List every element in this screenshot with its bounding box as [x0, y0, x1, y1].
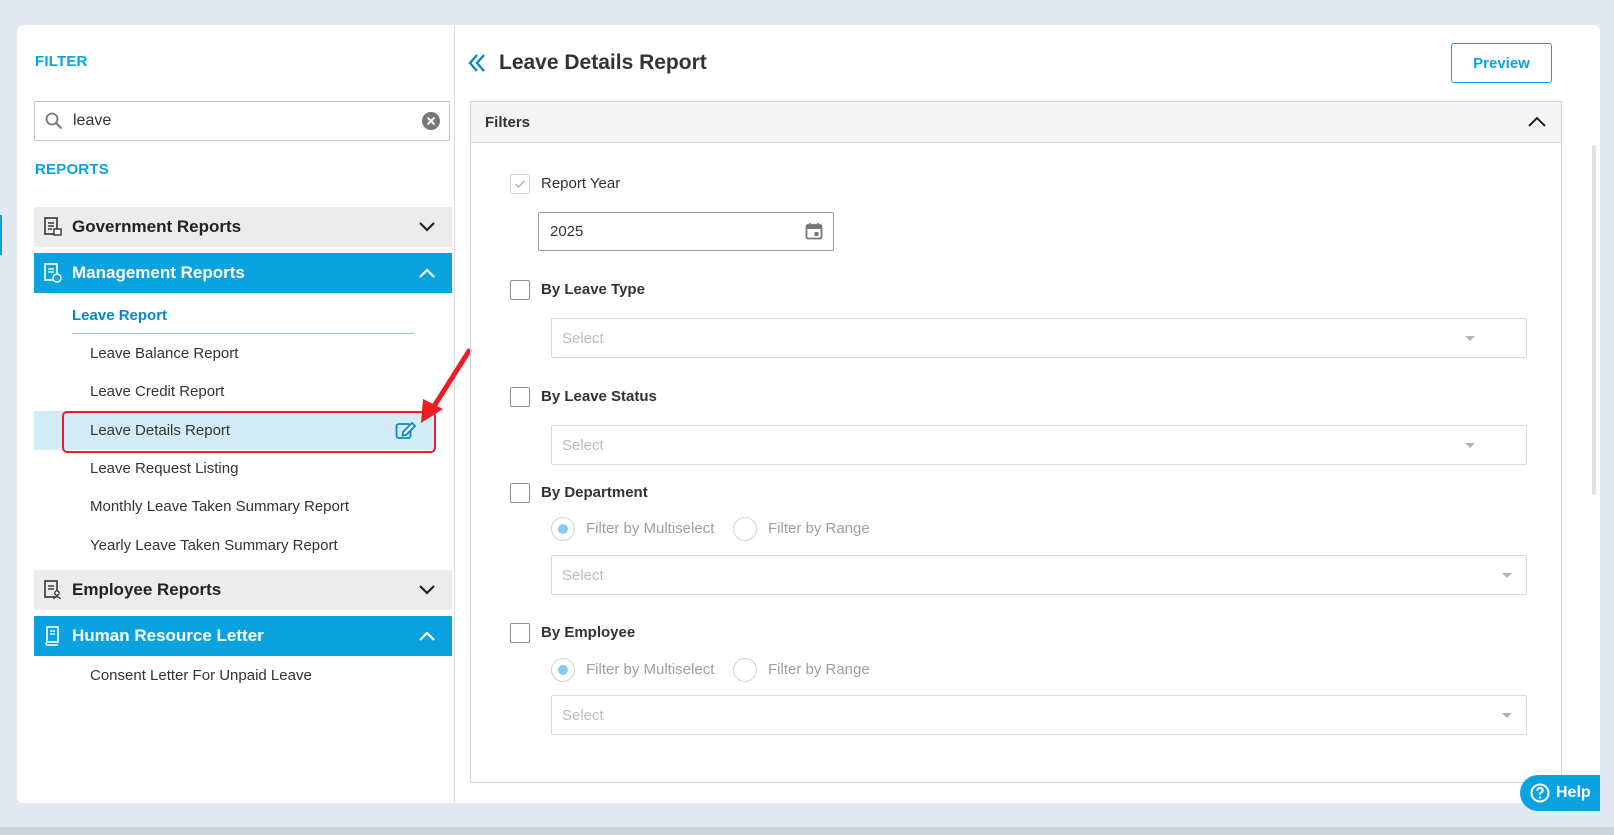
- leave-type-select[interactable]: Select: [551, 318, 1527, 358]
- chevron-down-icon[interactable]: [412, 584, 442, 596]
- help-button[interactable]: Help: [1520, 775, 1600, 811]
- caret-down-icon: [1502, 713, 1512, 718]
- chevron-down-icon[interactable]: [412, 221, 442, 233]
- department-range-label: Filter by Range: [768, 520, 870, 537]
- category-label: Government Reports: [72, 217, 242, 236]
- calendar-icon[interactable]: [805, 222, 823, 244]
- department-multiselect-label: Filter by Multiselect: [586, 520, 715, 537]
- category-human-resource-letter[interactable]: Human Resource Letter: [34, 616, 452, 656]
- select-placeholder: Select: [562, 706, 604, 724]
- category-management-reports[interactable]: Management Reports: [34, 253, 452, 293]
- search-value[interactable]: leave: [73, 112, 413, 130]
- employee-multiselect-radio[interactable]: [551, 658, 575, 682]
- employee-range-radio[interactable]: [733, 658, 757, 682]
- filters-header[interactable]: Filters: [471, 102, 1561, 143]
- select-placeholder: Select: [562, 436, 604, 454]
- main-panel: Leave Details Report Preview Filters Rep…: [455, 25, 1600, 803]
- vertical-scrollbar[interactable]: [1592, 145, 1596, 495]
- by-department-label: By Department: [541, 484, 648, 501]
- list-item-consent-letter-unpaid-leave[interactable]: Consent Letter For Unpaid Leave: [90, 667, 312, 684]
- search-input[interactable]: leave: [34, 101, 450, 141]
- employee-range-label: Filter by Range: [768, 661, 870, 678]
- report-year-checkbox[interactable]: [510, 174, 530, 194]
- search-icon: [35, 112, 73, 130]
- check-icon: [514, 179, 526, 189]
- by-employee-label: By Employee: [541, 624, 636, 641]
- chevron-up-icon[interactable]: [412, 630, 442, 642]
- department-select[interactable]: Select: [551, 555, 1527, 595]
- employee-multiselect-label: Filter by Multiselect: [586, 661, 715, 678]
- double-chevron-left-icon[interactable]: [467, 51, 487, 80]
- annotation-highlight-box: [62, 411, 436, 453]
- list-item-leave-credit-report[interactable]: Leave Credit Report: [90, 383, 224, 400]
- category-employee-reports[interactable]: Employee Reports: [34, 570, 452, 610]
- select-placeholder: Select: [562, 566, 604, 584]
- report-doc-icon: [44, 217, 72, 237]
- by-department-checkbox[interactable]: [510, 483, 530, 503]
- list-item-yearly-leave-taken-summary[interactable]: Yearly Leave Taken Summary Report: [90, 537, 338, 554]
- group-leave-report[interactable]: Leave Report: [72, 307, 414, 334]
- filter-label: FILTER: [35, 53, 88, 70]
- list-item-monthly-leave-taken-summary[interactable]: Monthly Leave Taken Summary Report: [90, 498, 349, 515]
- caret-down-icon: [1465, 336, 1475, 341]
- clear-search-icon[interactable]: [413, 111, 449, 131]
- report-year-value[interactable]: 2025: [550, 223, 583, 240]
- chevron-up-icon[interactable]: [1527, 116, 1547, 128]
- report-year-input[interactable]: 2025: [538, 212, 834, 251]
- category-label: Human Resource Letter: [72, 626, 264, 645]
- question-circle-icon: [1530, 783, 1550, 803]
- by-employee-checkbox[interactable]: [510, 623, 530, 643]
- reports-label: REPORTS: [35, 161, 109, 178]
- filters-panel: Filters Report Year 2025 By Leave Type S…: [470, 101, 1562, 783]
- report-year-label: Report Year: [541, 175, 621, 192]
- employee-select[interactable]: Select: [551, 695, 1527, 735]
- by-leave-status-label: By Leave Status: [541, 388, 657, 405]
- by-leave-type-checkbox[interactable]: [510, 280, 530, 300]
- category-government-reports[interactable]: Government Reports: [34, 207, 452, 247]
- select-placeholder: Select: [562, 329, 604, 347]
- by-leave-status-checkbox[interactable]: [510, 387, 530, 407]
- category-label: Management Reports: [72, 263, 245, 282]
- window-edge-accent: [0, 215, 2, 255]
- bottom-strip: [0, 827, 1614, 835]
- chevron-up-icon[interactable]: [412, 267, 442, 279]
- by-leave-type-label: By Leave Type: [541, 281, 645, 298]
- report-clock-icon: [44, 263, 72, 283]
- filters-title: Filters: [485, 113, 531, 131]
- caret-down-icon: [1502, 573, 1512, 578]
- letter-icon: [44, 626, 72, 646]
- category-label: Employee Reports: [72, 580, 222, 599]
- department-range-radio[interactable]: [733, 517, 757, 541]
- filters-body: Report Year 2025 By Leave Type Select By…: [471, 144, 1561, 782]
- help-label: Help: [1556, 784, 1591, 801]
- leave-status-select[interactable]: Select: [551, 425, 1527, 465]
- list-item-leave-request-listing[interactable]: Leave Request Listing: [90, 460, 238, 477]
- sidebar: FILTER leave REPORTS Government Reports: [17, 25, 472, 803]
- department-multiselect-radio[interactable]: [551, 517, 575, 541]
- preview-button[interactable]: Preview: [1451, 43, 1552, 83]
- report-card: FILTER leave REPORTS Government Reports: [17, 25, 1600, 803]
- caret-down-icon: [1465, 443, 1475, 448]
- page-title: Leave Details Report: [499, 51, 707, 74]
- list-item-leave-balance-report[interactable]: Leave Balance Report: [90, 345, 238, 362]
- report-person-icon: [44, 580, 72, 600]
